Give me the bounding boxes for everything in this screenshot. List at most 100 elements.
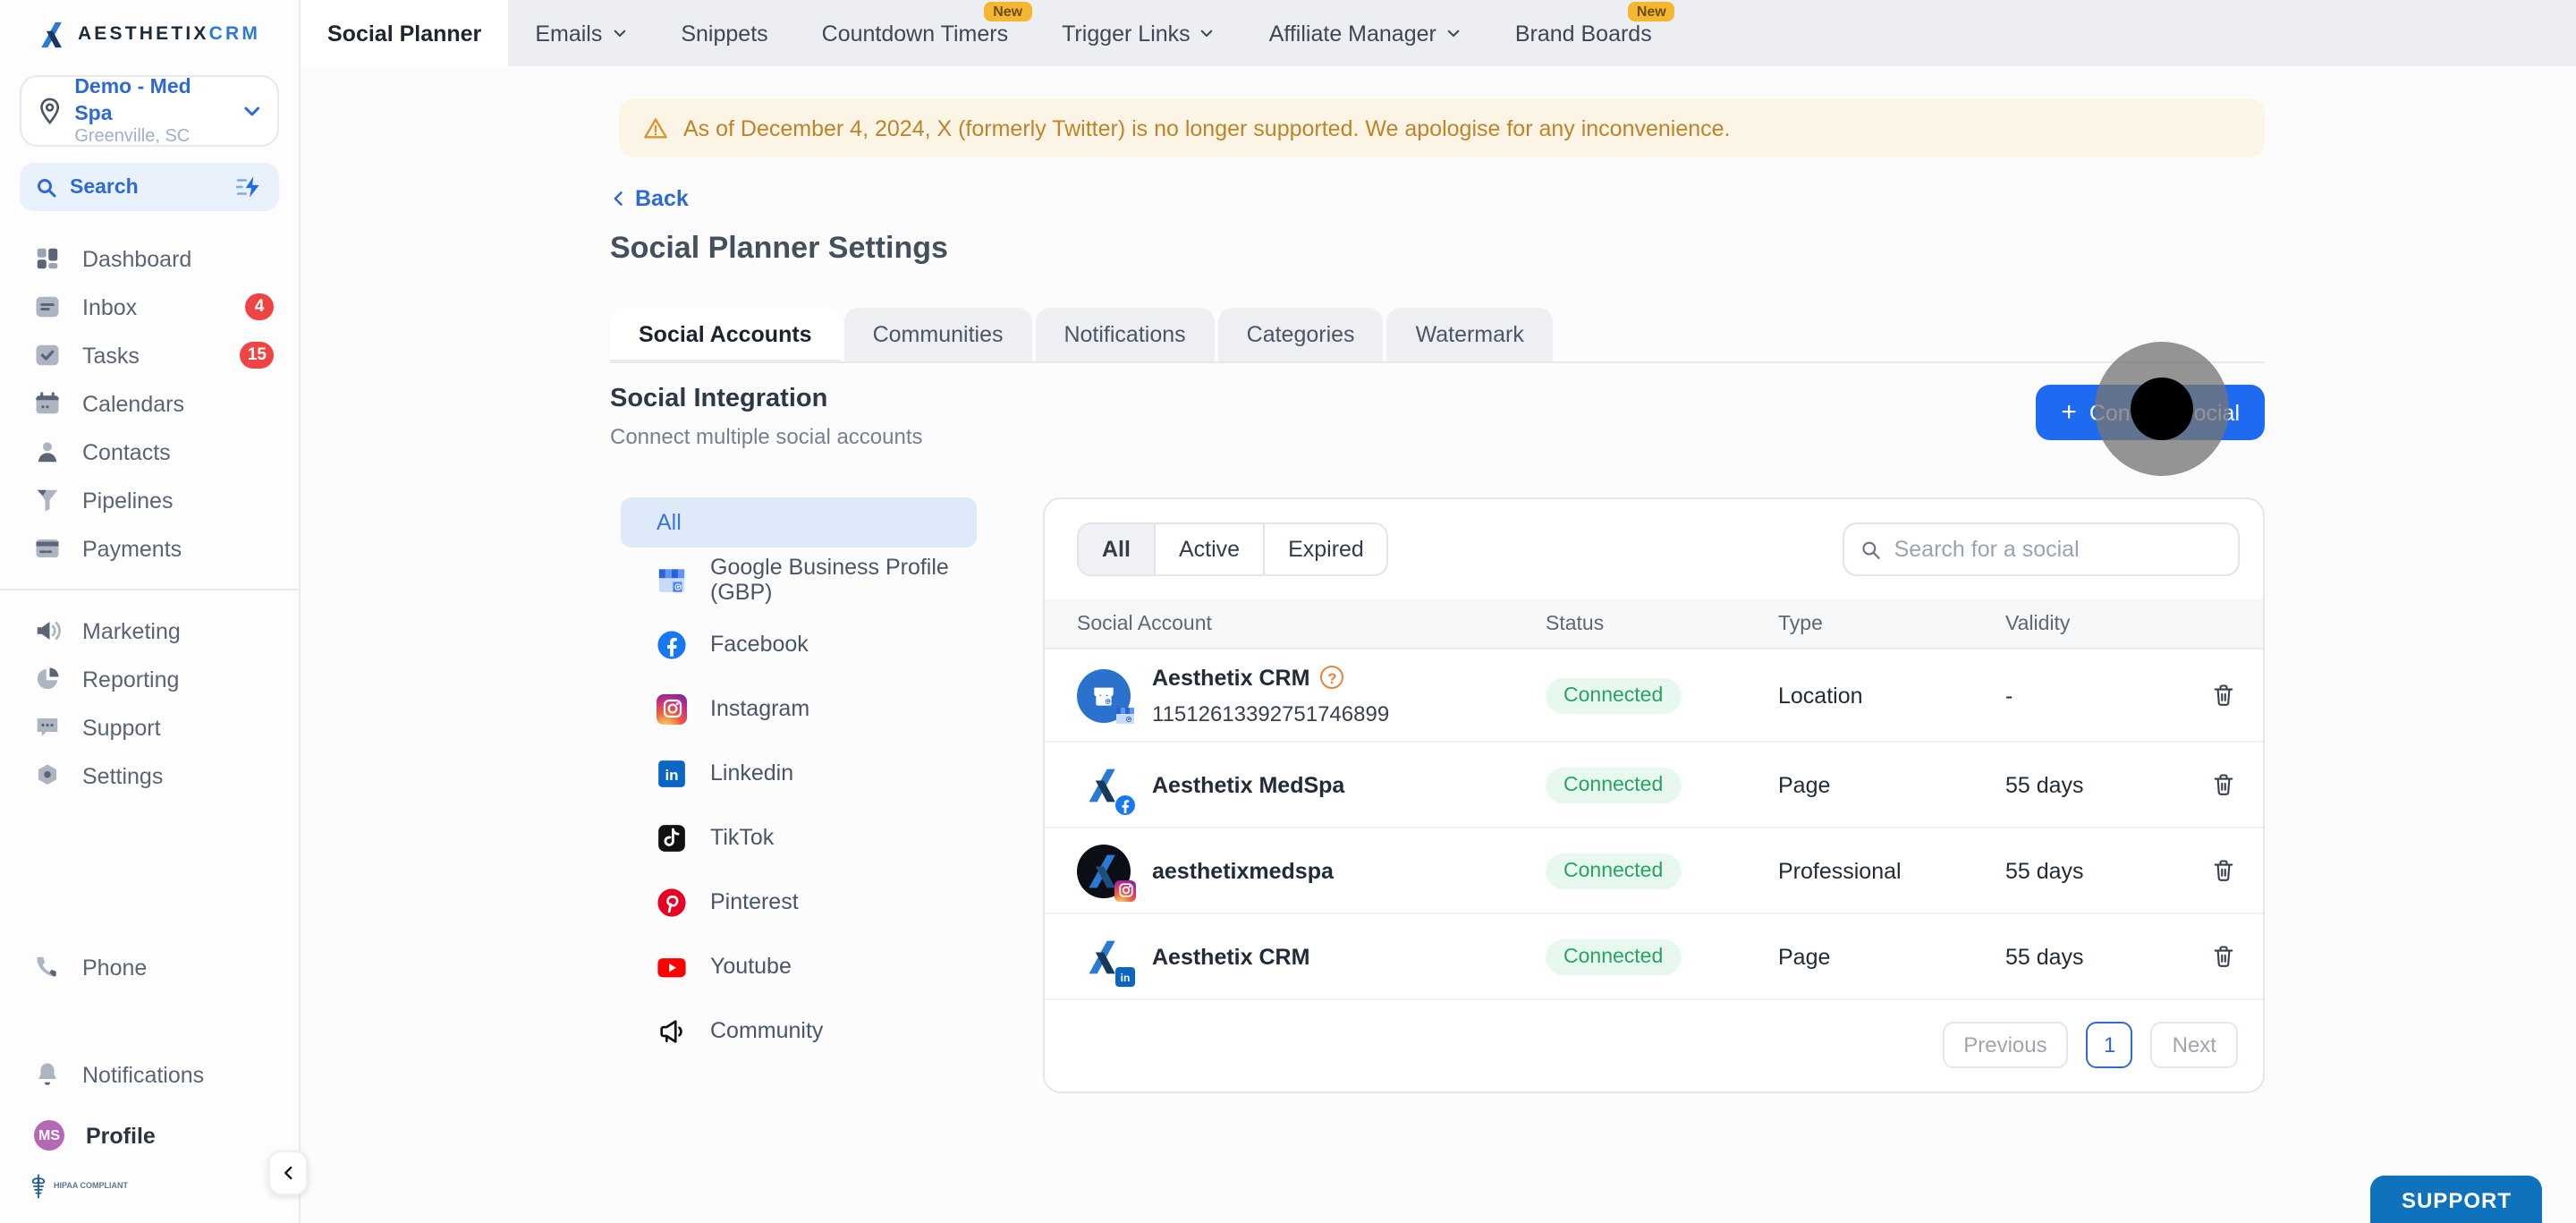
account-type: Professional [1778, 858, 1902, 883]
filter-item-facebook[interactable]: Facebook [621, 612, 977, 676]
segment-active[interactable]: Active [1155, 524, 1266, 574]
tasks-count-badge: 15 [240, 342, 274, 369]
map-pin-icon [40, 98, 60, 125]
new-badge: New [1627, 2, 1675, 21]
sidebar-item-dashboard[interactable]: Dashboard [0, 234, 299, 283]
sidebar-item-payments[interactable]: Payments [0, 524, 299, 573]
current-page-button[interactable]: 1 [2086, 1022, 2133, 1068]
filter-item-all[interactable]: All [621, 497, 977, 548]
account-type: Page [1778, 772, 1831, 797]
tab-social-accounts[interactable]: Social Accounts [610, 308, 841, 361]
social-search-input[interactable] [1894, 537, 2222, 562]
filter-item-youtube[interactable]: Youtube [621, 934, 977, 998]
aesthetix-logo-icon [42, 21, 63, 47]
help-icon[interactable]: ? [1320, 666, 1344, 689]
sidebar-item-support[interactable]: Support [0, 703, 299, 752]
chevron-down-icon [614, 30, 625, 38]
payments-icon [36, 539, 59, 557]
nav-item-affiliate-manager[interactable]: Affiliate Manager [1242, 0, 1488, 66]
column-validity: Validity [2005, 613, 2071, 634]
filter-item-google-business[interactable]: G Google Business Profile (GBP) [621, 548, 977, 612]
sidebar-item-phone[interactable]: Phone [0, 943, 299, 991]
status-filter-segmented: All Active Expired [1077, 522, 1389, 576]
inbox-icon [36, 296, 59, 318]
sidebar-collapse-button[interactable] [268, 1151, 308, 1195]
table-header: Social Account Status Type Validity [1045, 599, 2263, 650]
calendar-icon [36, 392, 59, 414]
marketing-icon [37, 621, 61, 641]
tab-watermark[interactable]: Watermark [1386, 308, 1553, 361]
sidebar-item-pipelines[interactable]: Pipelines [0, 476, 299, 524]
tab-notifications[interactable]: Notifications [1035, 308, 1215, 361]
nav-item-social-planner[interactable]: Social Planner [301, 0, 509, 66]
pinterest-icon [657, 888, 686, 916]
trash-icon [2214, 774, 2233, 795]
sidebar-item-marketing[interactable]: Marketing [0, 607, 299, 655]
nav-item-countdown-timers[interactable]: Countdown Timers New [795, 0, 1035, 66]
profile-avatar: MS [34, 1120, 64, 1151]
filter-item-tiktok[interactable]: TikTok [621, 805, 977, 870]
svg-text:in: in [665, 766, 678, 783]
sidebar-search[interactable]: Search [20, 163, 279, 211]
nav-item-brand-boards[interactable]: Brand Boards New [1488, 0, 1679, 66]
caduceus-icon [31, 1174, 46, 1199]
table-row: Aesthetix MedSpa Connected Page 55 days [1045, 743, 2263, 828]
table-row: G G Aesthetix CRM ? 11512613392751746899… [1045, 650, 2263, 743]
sidebar-item-tasks[interactable]: Tasks 15 [0, 331, 299, 379]
google-business-icon: G [658, 568, 685, 591]
segment-all[interactable]: All [1079, 524, 1156, 574]
account-avatar-linkedin: in [1077, 930, 1135, 986]
tab-categories[interactable]: Categories [1217, 308, 1384, 361]
app-root: AESTHETIXCRM Demo - Med Spa Greenville, … [0, 0, 2576, 1223]
connect-social-button[interactable]: + Connect Social [2036, 385, 2265, 440]
new-badge: New [984, 2, 1032, 21]
linkedin-icon: in [658, 760, 685, 786]
sidebar-item-profile[interactable]: MS Profile [0, 1111, 299, 1159]
linkedin-badge-icon: in [1114, 965, 1136, 987]
location-subtitle: Greenville, SC [74, 126, 191, 147]
account-avatar-instagram [1077, 844, 1136, 901]
filter-item-pinterest[interactable]: Pinterest [621, 870, 977, 934]
youtube-icon [657, 957, 686, 977]
account-validity: - [2005, 683, 2013, 708]
delete-account-button[interactable] [2200, 761, 2247, 808]
delete-account-button[interactable] [2200, 847, 2247, 894]
community-megaphone-icon [660, 1019, 682, 1042]
filter-item-instagram[interactable]: Instagram [621, 676, 977, 741]
sidebar-item-inbox[interactable]: Inbox 4 [0, 283, 299, 331]
phone-icon [37, 956, 56, 977]
delete-account-button[interactable] [2200, 933, 2247, 980]
segment-expired[interactable]: Expired [1265, 524, 1387, 574]
nav-item-emails[interactable]: Emails [508, 0, 654, 66]
table-row: in Aesthetix CRM Connected Page 55 days [1045, 914, 2263, 1000]
filter-item-linkedin[interactable]: in Linkedin [621, 741, 977, 805]
sidebar-item-notifications[interactable]: Notifications [0, 1050, 299, 1099]
account-validity: 55 days [2005, 772, 2084, 797]
nav-item-trigger-links[interactable]: Trigger Links [1035, 0, 1242, 66]
filter-item-community[interactable]: Community [621, 998, 977, 1063]
column-type: Type [1778, 613, 1823, 634]
tab-communities[interactable]: Communities [843, 308, 1032, 361]
sidebar-search-label: Search [70, 176, 139, 198]
dashboard-icon [37, 248, 58, 269]
chevron-left-icon [614, 191, 623, 206]
sidebar-item-settings[interactable]: Settings [0, 752, 299, 800]
account-name: Aesthetix MedSpa [1152, 772, 1345, 797]
support-button[interactable]: SUPPORT [2370, 1176, 2542, 1223]
location-switcher[interactable]: Demo - Med Spa Greenville, SC [20, 75, 279, 147]
trash-icon [2214, 684, 2233, 706]
delete-account-button[interactable] [2200, 672, 2247, 718]
sidebar-item-contacts[interactable]: Contacts [0, 428, 299, 476]
location-name: Demo - Med Spa [74, 77, 191, 124]
account-id: 11512613392751746899 [1152, 701, 1390, 726]
account-avatar-google-business: G G [1077, 668, 1134, 723]
table-row: aesthetixmedspa Connected Professional 5… [1045, 828, 2263, 914]
nav-item-snippets[interactable]: Snippets [654, 0, 794, 66]
next-page-button[interactable]: Next [2150, 1022, 2238, 1068]
back-link[interactable]: Back [610, 186, 689, 211]
sidebar-item-calendars[interactable]: Calendars [0, 379, 299, 428]
previous-page-button[interactable]: Previous [1942, 1022, 2069, 1068]
account-type: Page [1778, 944, 1831, 969]
sidebar-item-reporting[interactable]: Reporting [0, 655, 299, 703]
account-name: Aesthetix CRM [1152, 665, 1310, 690]
